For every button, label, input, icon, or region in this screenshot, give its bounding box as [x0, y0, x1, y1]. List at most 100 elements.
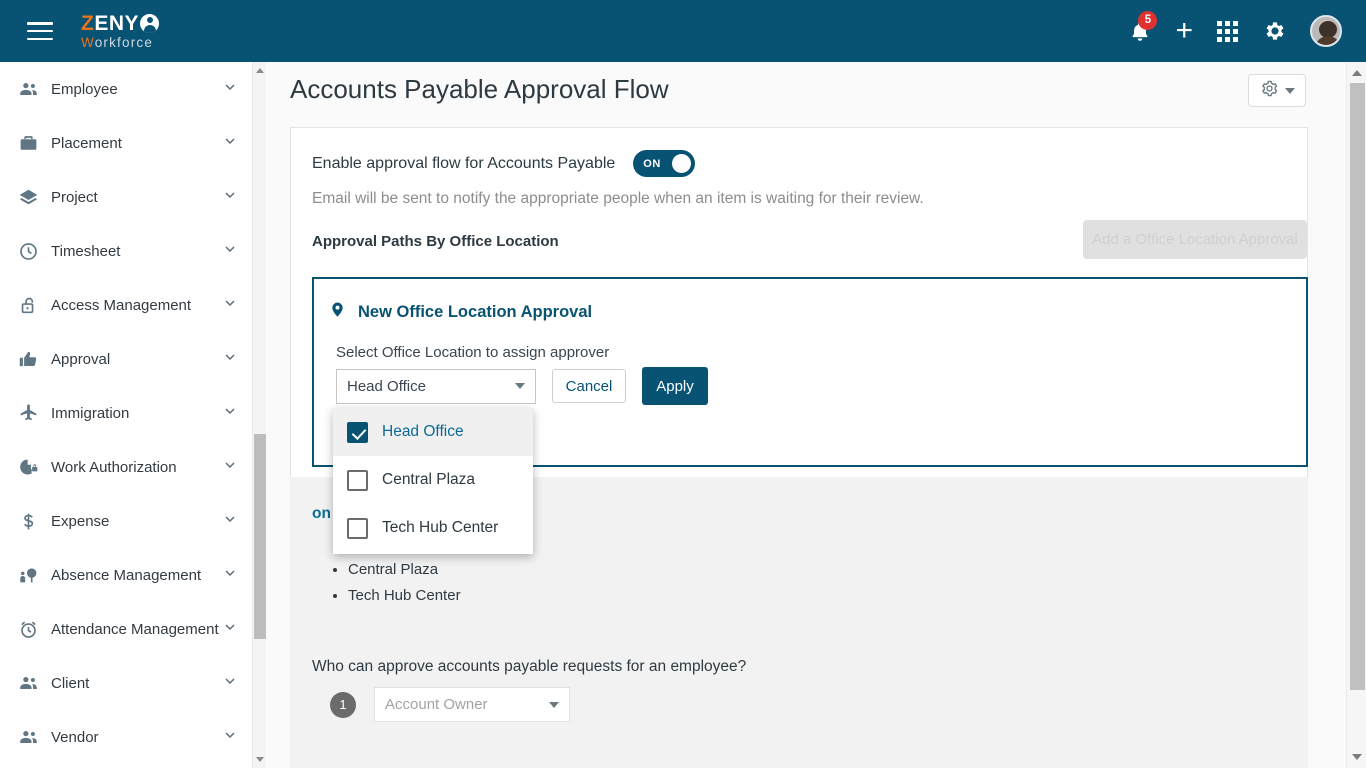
sidebar-nav: Employee Placement Project Timesheet Acc…	[0, 62, 252, 768]
page-scrollbar-thumb[interactable]	[1350, 83, 1365, 690]
checkbox-checked-icon[interactable]	[347, 421, 368, 443]
sidebar-item-approval[interactable]: Approval	[0, 332, 252, 386]
scroll-up-arrow-icon[interactable]	[256, 68, 264, 73]
dropdown-option-label: Head Office	[382, 423, 464, 440]
sidebar-item-attendance-management[interactable]: Attendance Management	[0, 602, 252, 656]
chevron-down-icon	[1284, 87, 1295, 94]
sidebar-item-work-authorization[interactable]: Work Authorization	[0, 440, 252, 494]
add-office-location-approval-button[interactable]: Add a Office Location Approval	[1083, 220, 1307, 259]
chevron-down-icon	[222, 619, 238, 640]
location-pin-icon	[329, 299, 346, 325]
sidebar-item-access-management[interactable]: Access Management	[0, 278, 252, 332]
apply-button[interactable]: Apply	[642, 367, 708, 405]
layers-icon	[18, 187, 46, 208]
app-root: Z ENY Workforce 5 + Employee Placement P…	[0, 0, 1366, 768]
dropdown-option-tech-hub-center[interactable]: Tech Hub Center	[333, 504, 533, 552]
approver-select-placeholder: Account Owner	[385, 696, 488, 713]
approval-paths-subheading: Approval Paths By Office Location	[312, 233, 559, 250]
chevron-down-icon	[222, 673, 238, 694]
dropdown-option-label: Tech Hub Center	[382, 519, 499, 536]
sidebar-scrollbar-thumb[interactable]	[254, 434, 266, 639]
chevron-down-icon	[222, 241, 238, 262]
chevron-down-icon	[222, 511, 238, 532]
sidebar-scrollbar[interactable]	[252, 62, 266, 768]
sidebar-item-label: Project	[51, 188, 98, 206]
chevron-down-icon	[222, 727, 238, 748]
people-icon	[18, 673, 46, 694]
gear-icon	[1260, 79, 1279, 103]
scroll-down-arrow-icon[interactable]	[1352, 754, 1362, 760]
sidebar-item-label: Immigration	[51, 404, 130, 422]
panel-controls: Head Office Cancel Apply	[336, 367, 708, 405]
sidebar-item-employee[interactable]: Employee	[0, 62, 252, 116]
dollar-icon	[18, 511, 46, 532]
chevron-down-icon	[222, 349, 238, 370]
panel-header: New Office Location Approval	[329, 299, 592, 325]
dropdown-option-head-office[interactable]: Head Office	[333, 408, 533, 456]
sidebar-item-expense[interactable]: Expense	[0, 494, 252, 548]
page-settings-button[interactable]	[1248, 74, 1306, 107]
app-logo: Z ENY Workforce	[81, 11, 160, 50]
checkbox-unchecked-icon[interactable]	[347, 517, 368, 539]
approver-select[interactable]: Account Owner	[374, 687, 570, 722]
chevron-down-icon	[222, 79, 238, 100]
settings-gear-icon[interactable]	[1262, 19, 1286, 43]
logo-person-circle-icon	[140, 13, 160, 33]
people-icon	[18, 727, 46, 748]
panel-title: New Office Location Approval	[358, 302, 593, 321]
logo-eny-text: ENY	[94, 11, 140, 35]
page-title: Accounts Payable Approval Flow	[290, 74, 669, 104]
logo-z-text: Z	[81, 11, 95, 35]
chevron-down-icon	[515, 383, 525, 389]
user-avatar[interactable]	[1310, 15, 1342, 47]
briefcase-icon	[18, 133, 46, 154]
thumbs-up-icon	[18, 349, 46, 370]
sidebar-item-absence-management[interactable]: Absence Management	[0, 548, 252, 602]
sidebar-item-label: Attendance Management	[51, 620, 219, 638]
sidebar-item-vendor[interactable]: Vendor	[0, 710, 252, 764]
scroll-down-arrow-icon[interactable]	[256, 757, 264, 762]
chevron-down-icon	[222, 295, 238, 316]
notification-count-badge: 5	[1138, 10, 1158, 30]
chevron-down-icon	[222, 133, 238, 154]
dropdown-option-central-plaza[interactable]: Central Plaza	[333, 456, 533, 504]
logo-w-text: W	[81, 34, 95, 50]
sidebar-item-label: Expense	[51, 512, 110, 530]
hamburger-menu-icon[interactable]	[27, 22, 53, 40]
sidebar-item-label: Work Authorization	[51, 458, 177, 476]
enable-approval-toggle[interactable]: ON	[633, 150, 696, 177]
email-hint-text: Email will be sent to notify the appropr…	[312, 190, 924, 207]
office-location-select[interactable]: Head Office	[336, 368, 536, 404]
lock-open-icon	[18, 295, 46, 316]
enable-approval-label: Enable approval flow for Accounts Payabl…	[312, 154, 616, 172]
chevron-down-icon	[222, 187, 238, 208]
chevron-down-icon	[222, 565, 238, 586]
chevron-down-icon	[549, 701, 559, 708]
summary-panel-title: on	[312, 505, 331, 522]
apps-grid-icon[interactable]	[1217, 20, 1238, 42]
globe-lock-icon	[18, 457, 46, 478]
cancel-button[interactable]: Cancel	[552, 369, 626, 403]
airplane-icon	[18, 403, 46, 424]
toggle-knob	[672, 154, 692, 173]
scroll-up-arrow-icon[interactable]	[1352, 70, 1362, 76]
page-scrollbar[interactable]	[1346, 62, 1366, 768]
checkbox-unchecked-icon[interactable]	[347, 469, 368, 491]
sidebar-item-client[interactable]: Client	[0, 656, 252, 710]
sidebar-item-timesheet[interactable]: Timesheet	[0, 224, 252, 278]
approver-question-text: Who can approve accounts payable request…	[312, 658, 747, 675]
sidebar-item-project[interactable]: Project	[0, 170, 252, 224]
logo-workforce-text: orkforce	[94, 34, 154, 50]
enable-approval-row: Enable approval flow for Accounts Payabl…	[312, 150, 696, 177]
add-plus-icon[interactable]: +	[1175, 16, 1193, 46]
top-bar-actions: 5 +	[1129, 10, 1342, 47]
office-location-dropdown-menu[interactable]: Head Office Central Plaza Tech Hub Cente…	[333, 408, 533, 554]
list-item: Central Plaza	[348, 557, 461, 583]
chevron-down-icon	[222, 457, 238, 478]
notifications-bell-icon[interactable]: 5	[1129, 10, 1158, 43]
sidebar-item-immigration[interactable]: Immigration	[0, 386, 252, 440]
alarm-clock-icon	[18, 619, 46, 640]
sidebar-item-placement[interactable]: Placement	[0, 116, 252, 170]
list-item: Tech Hub Center	[348, 583, 461, 609]
approver-step-row: 1 Account Owner	[330, 687, 570, 722]
